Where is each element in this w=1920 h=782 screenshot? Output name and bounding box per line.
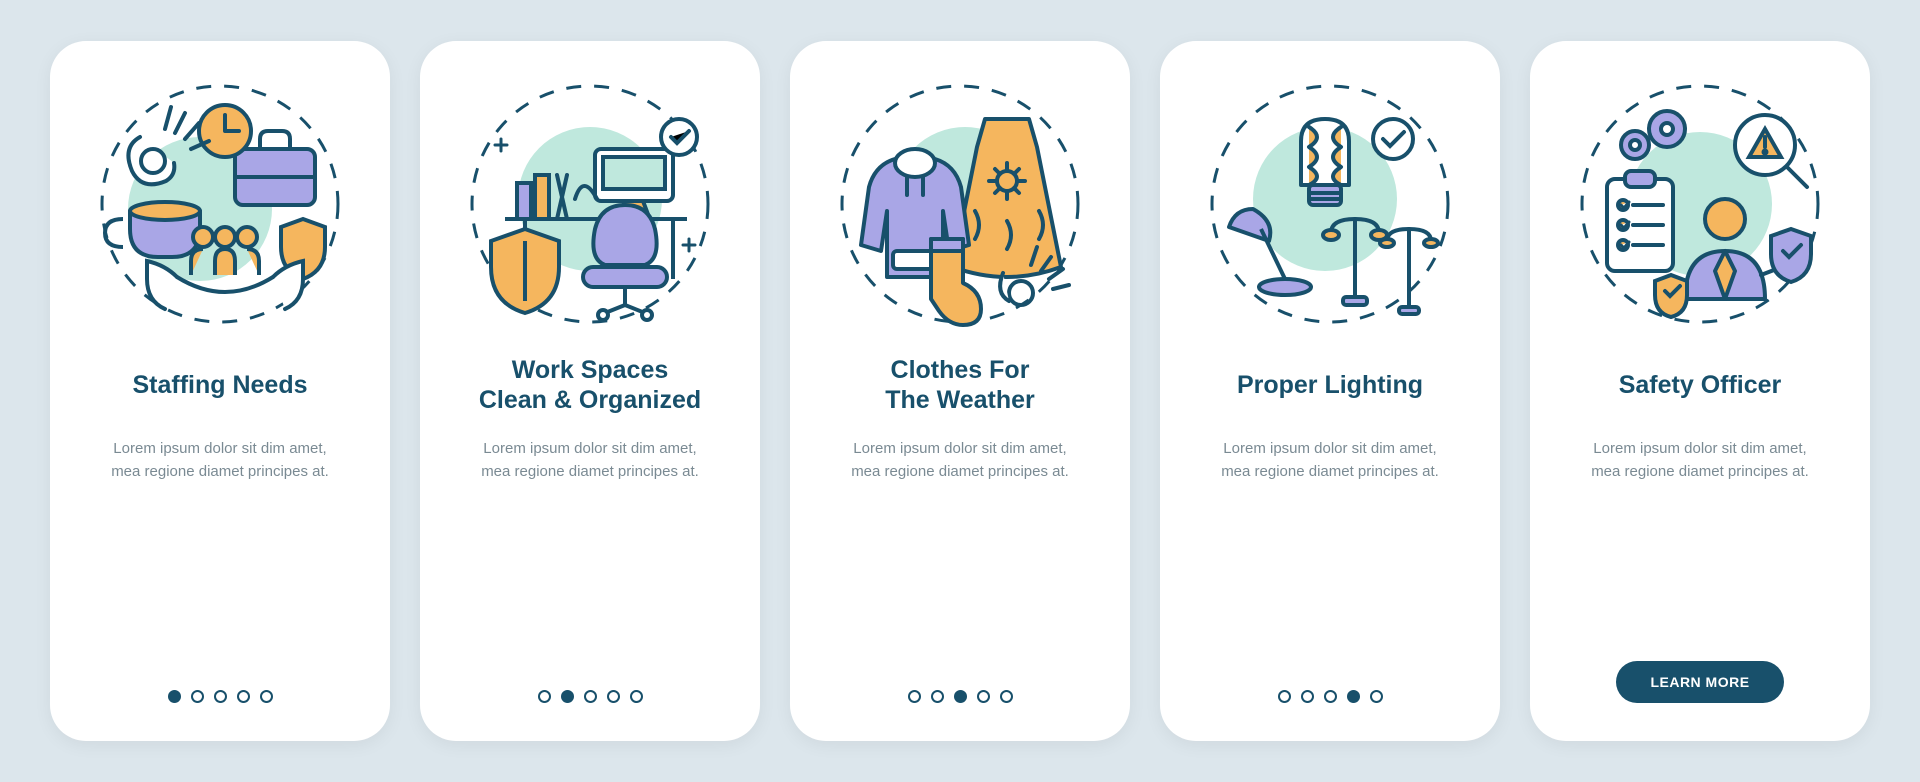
onboarding-card-2: Work Spaces Clean & Organized Lorem ipsu…: [420, 41, 760, 741]
card-title: Staffing Needs: [132, 355, 307, 415]
pagination-dot[interactable]: [191, 690, 204, 703]
pagination-dot[interactable]: [977, 690, 990, 703]
onboarding-card-5: Safety Officer Lorem ipsum dolor sit dim…: [1530, 41, 1870, 741]
proper-lighting-icon: [1205, 79, 1455, 329]
pagination-dot[interactable]: [214, 690, 227, 703]
pagination-dot[interactable]: [1347, 690, 1360, 703]
card-footer: LEARN MORE: [1558, 661, 1842, 713]
card-title: Work Spaces Clean & Organized: [479, 355, 701, 415]
staffing-needs-icon: [95, 79, 345, 329]
pagination-dot[interactable]: [1324, 690, 1337, 703]
pagination-dot[interactable]: [260, 690, 273, 703]
pagination-dots: [908, 690, 1013, 703]
card-footer: [78, 690, 362, 713]
pagination-dots: [168, 690, 273, 703]
pagination-dot[interactable]: [954, 690, 967, 703]
pagination-dots: [538, 690, 643, 703]
card-body: Lorem ipsum dolor sit dim amet, mea regi…: [1210, 437, 1450, 484]
onboarding-card-4: Proper Lighting Lorem ipsum dolor sit di…: [1160, 41, 1500, 741]
card-title: Proper Lighting: [1237, 355, 1423, 415]
card-body: Lorem ipsum dolor sit dim amet, mea regi…: [840, 437, 1080, 484]
onboarding-card-1: Staffing Needs Lorem ipsum dolor sit dim…: [50, 41, 390, 741]
card-title: Clothes For The Weather: [885, 355, 1035, 415]
card-body: Lorem ipsum dolor sit dim amet, mea regi…: [1580, 437, 1820, 484]
pagination-dot[interactable]: [584, 690, 597, 703]
card-footer: [1188, 690, 1472, 713]
card-body: Lorem ipsum dolor sit dim amet, mea regi…: [100, 437, 340, 484]
card-footer: [448, 690, 732, 713]
onboarding-card-3: Clothes For The Weather Lorem ipsum dolo…: [790, 41, 1130, 741]
pagination-dot[interactable]: [607, 690, 620, 703]
pagination-dot[interactable]: [561, 690, 574, 703]
pagination-dot[interactable]: [931, 690, 944, 703]
card-footer: [818, 690, 1102, 713]
pagination-dot[interactable]: [1370, 690, 1383, 703]
card-title: Safety Officer: [1619, 355, 1782, 415]
pagination-dot[interactable]: [168, 690, 181, 703]
pagination-dot[interactable]: [1278, 690, 1291, 703]
learn-more-button[interactable]: LEARN MORE: [1616, 661, 1783, 703]
safety-officer-icon: [1575, 79, 1825, 329]
pagination-dot[interactable]: [630, 690, 643, 703]
pagination-dot[interactable]: [538, 690, 551, 703]
pagination-dots: [1278, 690, 1383, 703]
card-body: Lorem ipsum dolor sit dim amet, mea regi…: [470, 437, 710, 484]
pagination-dot[interactable]: [1000, 690, 1013, 703]
pagination-dot[interactable]: [1301, 690, 1314, 703]
pagination-dot[interactable]: [237, 690, 250, 703]
weather-clothes-icon: [835, 79, 1085, 329]
workspace-clean-icon: [465, 79, 715, 329]
pagination-dot[interactable]: [908, 690, 921, 703]
